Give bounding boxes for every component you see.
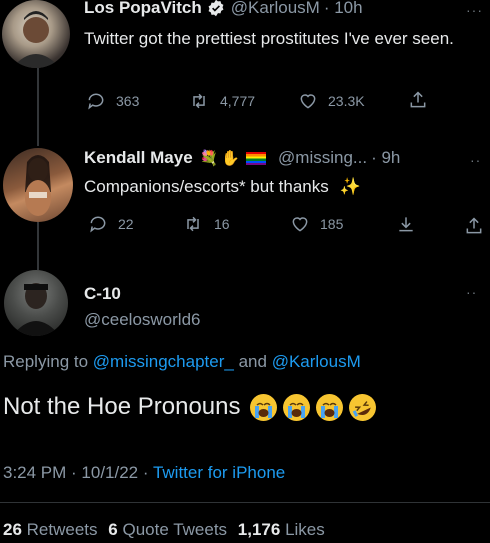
loudly-crying-emoji-icon bbox=[250, 393, 278, 421]
heart-icon bbox=[292, 217, 308, 232]
loudly-crying-emoji-icon bbox=[316, 393, 344, 421]
reply-count: 363 bbox=[116, 93, 140, 109]
quotes-stat[interactable]: 6 Quote Tweets bbox=[108, 520, 232, 539]
bouquet-emoji-icon: 💐 bbox=[199, 150, 219, 167]
heart-icon bbox=[300, 94, 316, 109]
share-icon bbox=[466, 217, 482, 234]
more-icon[interactable]: ··· bbox=[466, 2, 483, 18]
tweet-timestamp[interactable]: 3:24 PM · 10/1/22 · bbox=[3, 463, 149, 482]
retweet-label: Retweets bbox=[26, 520, 98, 539]
retweet-count: 16 bbox=[214, 216, 230, 232]
divider bbox=[0, 502, 490, 503]
retweet-button[interactable]: 16 bbox=[182, 214, 230, 234]
sparkles-icon: ✨ bbox=[339, 177, 361, 196]
retweets-stat[interactable]: 26 Retweets bbox=[3, 520, 102, 539]
quote-total: 6 bbox=[108, 520, 118, 539]
retweet-icon bbox=[187, 216, 199, 232]
more-icon[interactable]: ·· bbox=[466, 284, 477, 300]
retweet-icon bbox=[193, 93, 205, 109]
rainbow-flag-icon bbox=[246, 151, 267, 165]
quote-label: Quote Tweets bbox=[122, 520, 228, 539]
replying-and: and bbox=[238, 352, 267, 371]
tweet-text: Not the Hoe Pronouns bbox=[3, 393, 241, 420]
engagement-stats: 26 Retweets 6 Quote Tweets 1,176 Likes bbox=[3, 520, 325, 540]
like-label: Likes bbox=[285, 520, 325, 539]
like-button[interactable]: 23.3K bbox=[298, 91, 365, 111]
author-name[interactable]: Los PopaVitch bbox=[84, 0, 202, 18]
avatar[interactable] bbox=[4, 270, 68, 336]
share-icon bbox=[410, 91, 426, 108]
avatar-photo bbox=[25, 155, 51, 216]
thread-line bbox=[37, 68, 39, 146]
retweet-total: 26 bbox=[3, 520, 22, 539]
reply-button[interactable]: 363 bbox=[86, 91, 139, 111]
pink-hands-emoji-icon: ✋ bbox=[221, 150, 241, 167]
replying-to: Replying to @missingchapter_ and @Karlou… bbox=[3, 352, 361, 372]
more-icon[interactable]: ·· bbox=[470, 152, 481, 168]
avatar-photo bbox=[12, 11, 60, 68]
like-count: 23.3K bbox=[328, 93, 365, 109]
author-name[interactable]: Kendall Maye bbox=[84, 148, 193, 168]
avatar-photo bbox=[12, 283, 60, 336]
retweet-button[interactable]: 4,777 bbox=[188, 91, 255, 111]
reply-count: 22 bbox=[118, 216, 134, 232]
verified-badge-icon bbox=[208, 0, 224, 17]
share-button[interactable] bbox=[464, 215, 490, 237]
tweet-time[interactable]: · 9h bbox=[371, 148, 400, 168]
replying-prefix: Replying to bbox=[3, 352, 89, 371]
download-icon bbox=[399, 217, 413, 232]
reply-icon bbox=[90, 216, 106, 233]
retweet-count: 4,777 bbox=[220, 93, 256, 109]
reply-user-link[interactable]: @missingchapter_ bbox=[93, 352, 234, 371]
author-handle[interactable]: @missing... bbox=[278, 148, 367, 168]
author-handle[interactable]: @ceelosworld6 bbox=[84, 310, 200, 330]
like-count: 185 bbox=[320, 216, 344, 232]
tweet-time[interactable]: · 10h bbox=[324, 0, 363, 18]
tweet-text: Companions/escorts* but thanks bbox=[84, 177, 329, 196]
loudly-crying-emoji-icon bbox=[283, 393, 311, 421]
thread-line bbox=[37, 222, 39, 270]
reply-user-link[interactable]: @KarlousM bbox=[272, 352, 361, 371]
tweet-text: Twitter got the prettiest prostitutes I'… bbox=[84, 29, 454, 48]
like-total: 1,176 bbox=[237, 520, 281, 539]
reply-button[interactable]: 22 bbox=[88, 214, 134, 234]
like-button[interactable]: 185 bbox=[290, 214, 343, 234]
bookmark-button[interactable] bbox=[396, 213, 426, 235]
reply-icon bbox=[88, 93, 104, 110]
author-handle[interactable]: @KarlousM bbox=[231, 0, 320, 18]
share-button[interactable] bbox=[408, 89, 438, 111]
rolling-laughing-emoji-icon bbox=[345, 389, 381, 425]
avatar[interactable] bbox=[3, 148, 73, 222]
tweet-source-link[interactable]: Twitter for iPhone bbox=[153, 463, 285, 482]
author-name[interactable]: C-10 bbox=[84, 284, 121, 304]
likes-stat[interactable]: 1,176 Likes bbox=[238, 520, 325, 539]
avatar[interactable] bbox=[2, 0, 70, 68]
